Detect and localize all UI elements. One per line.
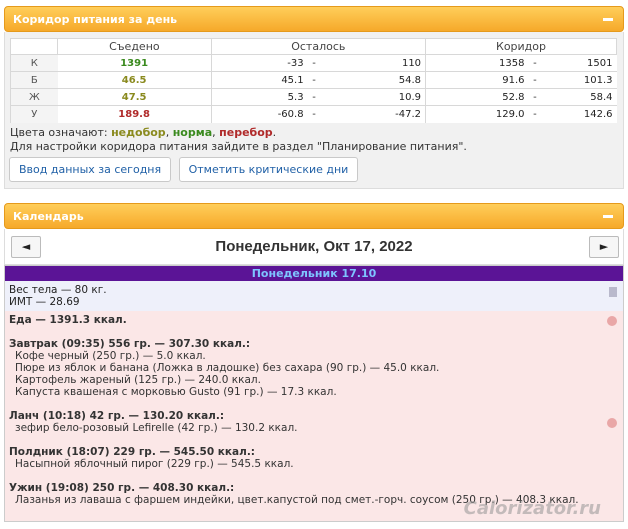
meal-title-breakfast: Завтрак (09:35) 556 гр. — 307.30 ккал.: bbox=[9, 337, 251, 350]
meal-title-lunch: Ланч (10:18) 42 гр. — 130.20 ккал.: bbox=[9, 409, 225, 422]
corridor-min: 91.6 bbox=[425, 71, 529, 89]
corridor-max: 101.3 bbox=[541, 71, 617, 89]
row-label: У bbox=[9, 105, 58, 123]
corridor-widget-body: Съедено Осталось Коридор К 1391 -33 - 11… bbox=[4, 32, 624, 189]
food-total: Еда — 1391.3 ккал. bbox=[9, 313, 127, 326]
trash-icon[interactable] bbox=[609, 286, 617, 297]
date-title: Понедельник, Окт 17, 2022 bbox=[215, 237, 413, 255]
eaten-value: 47.5 bbox=[57, 88, 212, 106]
left-max: -47.2 bbox=[320, 105, 427, 123]
day-header[interactable]: Понедельник 17.10 bbox=[5, 265, 623, 281]
row-label: К bbox=[9, 54, 58, 72]
table-row: Б 46.5 45.1 - 54.8 91.6 - 101.3 bbox=[9, 71, 617, 89]
list-item: Насыпной яблочный пирог (229 гр.) — 545.… bbox=[15, 457, 294, 470]
range-dash: - bbox=[528, 54, 542, 72]
site-watermark: Calorizator.ru bbox=[463, 497, 601, 519]
corridor-min: 52.8 bbox=[425, 88, 529, 106]
corridor-widget-title: Коридор питания за день bbox=[13, 13, 178, 26]
left-max: 110 bbox=[320, 54, 427, 72]
next-day-button[interactable]: ► bbox=[589, 235, 619, 258]
weight-block: Вес тела — 80 кг. ИМТ — 28.69 bbox=[5, 280, 623, 311]
apple-icon[interactable] bbox=[607, 417, 617, 428]
corridor-max: 142.6 bbox=[541, 105, 617, 123]
day-panel: Понедельник 17.10 Вес тела — 80 кг. ИМТ … bbox=[4, 264, 624, 522]
apple-icon[interactable] bbox=[607, 315, 617, 326]
col-left: Осталось bbox=[210, 38, 427, 55]
list-item: Картофель жареный (125 гр.) — 240.0 ккал… bbox=[15, 373, 261, 386]
left-min: -60.8 bbox=[211, 105, 308, 123]
meals-block: Еда — 1391.3 ккал. Завтрак (09:35) 556 г… bbox=[5, 310, 623, 521]
meal-title-dinner: Ужин (19:08) 250 гр. — 408.30 ккал.: bbox=[9, 481, 235, 494]
left-min: 45.1 bbox=[211, 71, 308, 89]
corridor-min: 1358 bbox=[425, 54, 529, 72]
list-item: Пюре из яблок и банана (Ложка в ладошке)… bbox=[15, 361, 440, 374]
corridor-max: 58.4 bbox=[541, 88, 617, 106]
table-row: К 1391 -33 - 110 1358 - 1501 bbox=[9, 54, 617, 72]
table-corner bbox=[9, 38, 59, 55]
legend-ok: норма bbox=[172, 125, 213, 139]
legend-over: перебор bbox=[219, 125, 273, 139]
left-min: -33 bbox=[211, 54, 308, 72]
calendar-widget: Календарь ◄ Понедельник, Окт 17, 2022 ► … bbox=[0, 202, 628, 522]
list-item: Кофе черный (250 гр.) — 5.0 ккал. bbox=[15, 349, 206, 362]
legend-low: недобор bbox=[111, 125, 166, 139]
mark-critical-days-button[interactable]: Отметить критические дни bbox=[178, 156, 359, 182]
range-dash: - bbox=[307, 71, 321, 89]
enter-today-button[interactable]: Ввод данных за сегодня bbox=[9, 156, 172, 182]
range-dash: - bbox=[307, 54, 321, 72]
table-row: У 189.8 -60.8 - -47.2 129.0 - 142.6 bbox=[9, 105, 617, 123]
color-legend: Цвета означают: недобор, норма, перебор. bbox=[10, 125, 277, 139]
eaten-value: 189.8 bbox=[57, 105, 212, 123]
calendar-widget-title: Календарь bbox=[13, 209, 84, 223]
corridor-min: 129.0 bbox=[425, 105, 529, 123]
left-max: 54.8 bbox=[320, 71, 427, 89]
bmi-line: ИМТ — 28.69 bbox=[9, 295, 80, 308]
left-max: 10.9 bbox=[320, 88, 427, 106]
left-min: 5.3 bbox=[211, 88, 308, 106]
eaten-value: 46.5 bbox=[57, 71, 212, 89]
collapse-icon[interactable] bbox=[603, 214, 613, 218]
prev-day-button[interactable]: ◄ bbox=[11, 235, 41, 258]
collapse-icon[interactable] bbox=[603, 18, 613, 21]
list-item: Капуста квашеная с морковью Gusto (91 гр… bbox=[15, 385, 337, 398]
list-item: зефир бело-розовый Lefirelle (42 гр.) — … bbox=[15, 421, 298, 434]
range-dash: - bbox=[307, 88, 321, 106]
col-corridor: Коридор bbox=[425, 38, 617, 55]
col-eaten: Съедено bbox=[57, 38, 212, 55]
range-dash: - bbox=[528, 71, 542, 89]
nutrition-table: Съедено Осталось Коридор К 1391 -33 - 11… bbox=[9, 38, 617, 123]
eaten-value: 1391 bbox=[57, 54, 212, 72]
corridor-widget: Коридор питания за день Съедено Осталось… bbox=[0, 6, 628, 189]
calendar-widget-header[interactable]: Календарь bbox=[4, 202, 624, 229]
range-dash: - bbox=[307, 105, 321, 123]
range-dash: - bbox=[528, 105, 542, 123]
corridor-widget-header[interactable]: Коридор питания за день bbox=[4, 6, 624, 32]
calendar-nav: ◄ Понедельник, Окт 17, 2022 ► bbox=[4, 228, 624, 265]
corridor-hint: Для настройки коридора питания зайдите в… bbox=[10, 139, 467, 153]
meal-title-snack: Полдник (18:07) 229 гр. — 545.50 ккал.: bbox=[9, 445, 256, 458]
corridor-max: 1501 bbox=[541, 54, 617, 72]
table-row: Ж 47.5 5.3 - 10.9 52.8 - 58.4 bbox=[9, 88, 617, 106]
range-dash: - bbox=[528, 88, 542, 106]
weight-line: Вес тела — 80 кг. bbox=[9, 283, 107, 296]
corridor-buttons: Ввод данных за сегодня Отметить критичес… bbox=[8, 156, 621, 182]
row-label: Ж bbox=[9, 88, 58, 106]
row-label: Б bbox=[9, 71, 58, 89]
legend-prefix: Цвета означают: bbox=[10, 125, 108, 139]
